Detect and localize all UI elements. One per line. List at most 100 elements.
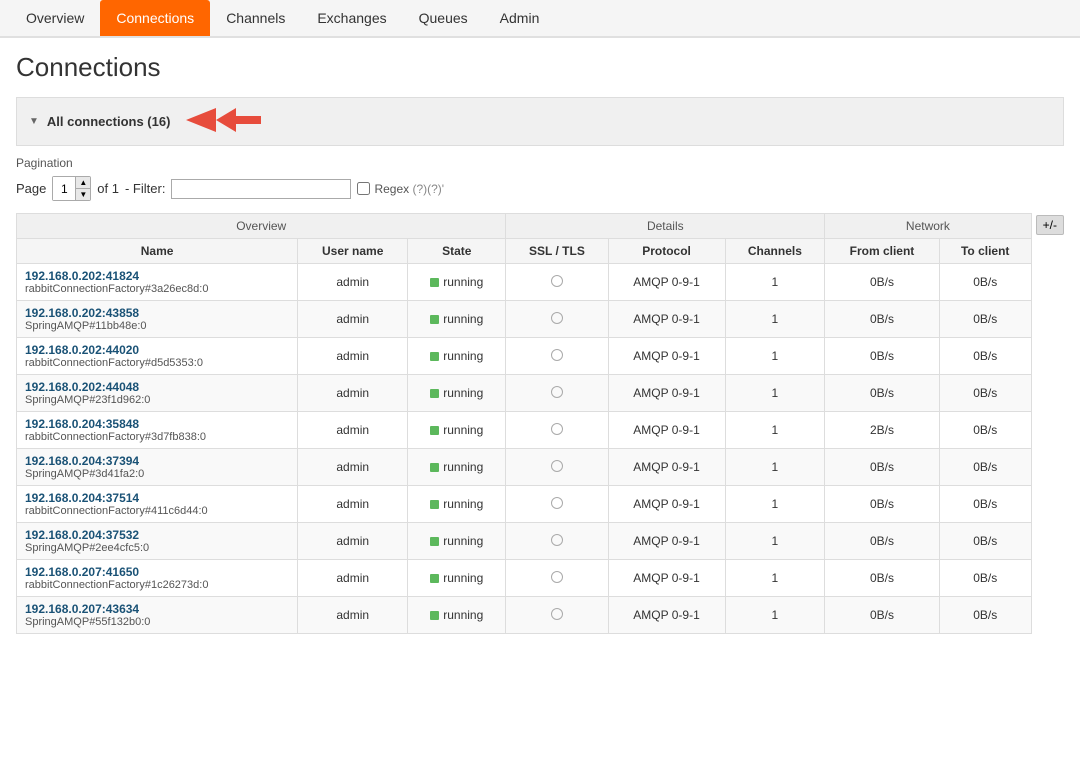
table-row: 192.168.0.204:35848rabbitConnectionFacto… (17, 412, 1032, 449)
ssl-circle (551, 275, 563, 287)
conn-name-link[interactable]: 192.168.0.202:44020 (25, 343, 289, 357)
connections-table: Overview Details Network Name User name … (16, 213, 1032, 634)
cell-from-client: 0B/s (825, 486, 940, 523)
pagination-section: Pagination Page ▲ ▼ of 1 - Filter: Regex… (16, 156, 1064, 201)
table-body: 192.168.0.202:41824rabbitConnectionFacto… (17, 264, 1032, 634)
cell-from-client: 0B/s (825, 449, 940, 486)
nav-channels[interactable]: Channels (210, 0, 301, 36)
cell-protocol: AMQP 0-9-1 (608, 560, 725, 597)
conn-sub-label: rabbitConnectionFactory#3a26ec8d:0 (25, 283, 289, 295)
of-label: of 1 (97, 181, 119, 196)
nav-queues[interactable]: Queues (403, 0, 484, 36)
ssl-circle (551, 534, 563, 546)
plus-minus-button[interactable]: +/- (1036, 215, 1064, 235)
cell-username: admin (298, 375, 408, 412)
cell-ssl (506, 560, 608, 597)
cell-channels: 1 (725, 523, 825, 560)
cell-from-client: 0B/s (825, 523, 940, 560)
cell-channels: 1 (725, 597, 825, 634)
conn-sub-label: rabbitConnectionFactory#d5d5353:0 (25, 357, 289, 369)
table-row: 192.168.0.202:43858SpringAMQP#11bb48e:0a… (17, 301, 1032, 338)
cell-name: 192.168.0.202:41824rabbitConnectionFacto… (17, 264, 298, 301)
state-dot (430, 426, 439, 435)
pagination-controls: Page ▲ ▼ of 1 - Filter: Regex (?)(?)' (16, 176, 1064, 201)
cell-ssl (506, 375, 608, 412)
table-row: 192.168.0.207:41650rabbitConnectionFacto… (17, 560, 1032, 597)
cell-state: running (408, 523, 506, 560)
cell-name: 192.168.0.204:37394SpringAMQP#3d41fa2:0 (17, 449, 298, 486)
ssl-circle (551, 460, 563, 472)
nav-admin[interactable]: Admin (484, 0, 556, 36)
col-name: Name (17, 239, 298, 264)
state-dot (430, 611, 439, 620)
cell-ssl (506, 486, 608, 523)
conn-name-link[interactable]: 192.168.0.207:43634 (25, 602, 289, 616)
conn-name-link[interactable]: 192.168.0.202:43858 (25, 306, 289, 320)
regex-checkbox[interactable] (357, 182, 370, 195)
table-row: 192.168.0.202:41824rabbitConnectionFacto… (17, 264, 1032, 301)
cell-ssl (506, 597, 608, 634)
ssl-circle (551, 497, 563, 509)
regex-hint: (?)(?)' (412, 182, 444, 196)
conn-name-link[interactable]: 192.168.0.204:35848 (25, 417, 289, 431)
cell-state: running (408, 375, 506, 412)
cell-ssl (506, 412, 608, 449)
filter-input[interactable] (171, 179, 351, 199)
conn-name-link[interactable]: 192.168.0.202:44048 (25, 380, 289, 394)
nav-exchanges[interactable]: Exchanges (301, 0, 402, 36)
cell-to-client: 0B/s (939, 486, 1031, 523)
state-dot (430, 352, 439, 361)
page-up-button[interactable]: ▲ (76, 177, 90, 189)
col-username: User name (298, 239, 408, 264)
conn-name-link[interactable]: 192.168.0.202:41824 (25, 269, 289, 283)
cell-name: 192.168.0.204:37532SpringAMQP#2ee4cfc5:0 (17, 523, 298, 560)
conn-sub-label: SpringAMQP#55f132b0:0 (25, 616, 289, 628)
conn-name-link[interactable]: 192.168.0.204:37532 (25, 528, 289, 542)
cell-to-client: 0B/s (939, 449, 1031, 486)
nav-overview[interactable]: Overview (10, 0, 100, 36)
cell-name: 192.168.0.202:43858SpringAMQP#11bb48e:0 (17, 301, 298, 338)
cell-state: running (408, 412, 506, 449)
toggle-arrow[interactable]: ▼ (29, 116, 39, 127)
top-navigation: Overview Connections Channels Exchanges … (0, 0, 1080, 38)
pagination-label: Pagination (16, 156, 1064, 170)
cell-protocol: AMQP 0-9-1 (608, 264, 725, 301)
table-row: 192.168.0.202:44048SpringAMQP#23f1d962:0… (17, 375, 1032, 412)
cell-from-client: 0B/s (825, 301, 940, 338)
conn-name-link[interactable]: 192.168.0.207:41650 (25, 565, 289, 579)
cell-to-client: 0B/s (939, 597, 1031, 634)
page-content: Connections ▼ All connections (16) Pagin… (0, 38, 1080, 648)
filter-label: - Filter: (125, 181, 165, 196)
table-row: 192.168.0.204:37532SpringAMQP#2ee4cfc5:0… (17, 523, 1032, 560)
col-channels: Channels (725, 239, 825, 264)
cell-from-client: 0B/s (825, 560, 940, 597)
pm-col: +/- (1036, 213, 1064, 235)
ssl-circle (551, 571, 563, 583)
state-dot (430, 463, 439, 472)
ssl-circle (551, 312, 563, 324)
col-from-client: From client (825, 239, 940, 264)
regex-text: Regex (?)(?)' (374, 182, 444, 196)
page-input[interactable] (53, 177, 75, 200)
nav-connections[interactable]: Connections (100, 0, 210, 36)
cell-to-client: 0B/s (939, 523, 1031, 560)
cell-protocol: AMQP 0-9-1 (608, 301, 725, 338)
cell-protocol: AMQP 0-9-1 (608, 449, 725, 486)
ssl-circle (551, 423, 563, 435)
cell-name: 192.168.0.207:43634SpringAMQP#55f132b0:0 (17, 597, 298, 634)
table-row: 192.168.0.204:37514rabbitConnectionFacto… (17, 486, 1032, 523)
group-header-overview: Overview (17, 214, 506, 239)
cell-channels: 1 (725, 338, 825, 375)
conn-sub-label: rabbitConnectionFactory#1c26273d:0 (25, 579, 289, 591)
state-dot (430, 500, 439, 509)
section-title: All connections (16) (47, 114, 171, 129)
section-header: ▼ All connections (16) (16, 97, 1064, 146)
conn-name-link[interactable]: 192.168.0.204:37514 (25, 491, 289, 505)
page-down-button[interactable]: ▼ (76, 189, 90, 200)
page-title: Connections (16, 52, 1064, 83)
conn-name-link[interactable]: 192.168.0.204:37394 (25, 454, 289, 468)
cell-to-client: 0B/s (939, 264, 1031, 301)
cell-to-client: 0B/s (939, 301, 1031, 338)
col-header-row: Name User name State SSL / TLS Protocol … (17, 239, 1032, 264)
cell-from-client: 0B/s (825, 264, 940, 301)
